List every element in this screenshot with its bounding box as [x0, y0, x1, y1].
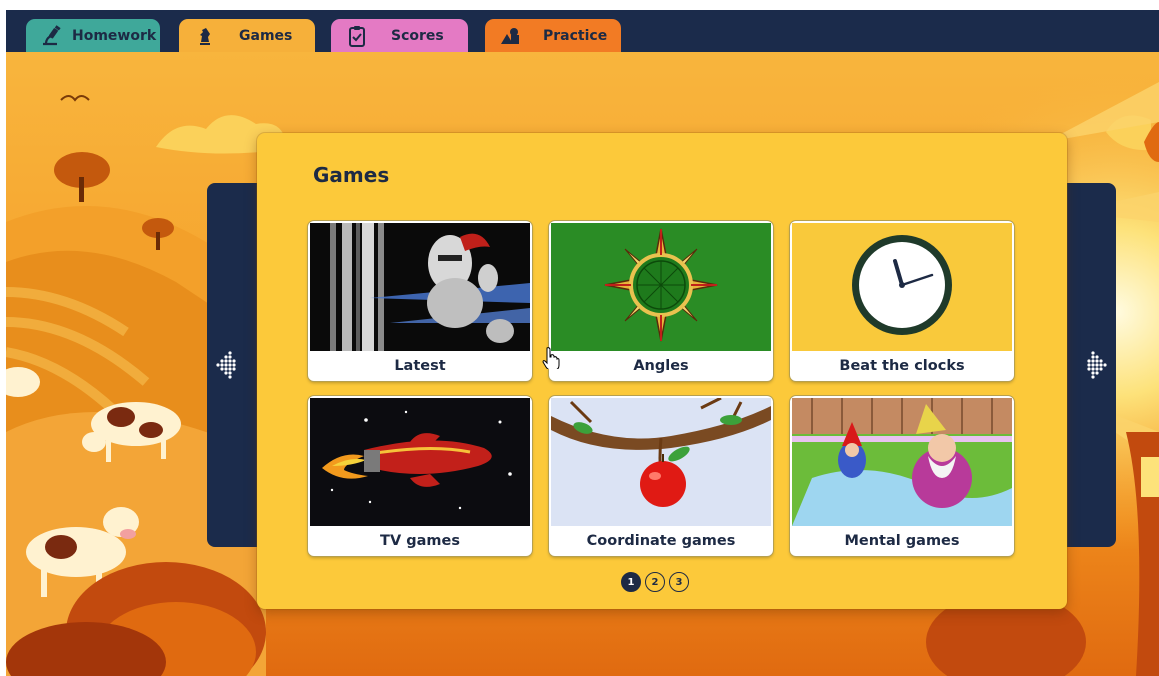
game-tile-coordinate-games[interactable]: Coordinate games: [549, 396, 773, 556]
knight-image: [310, 223, 530, 351]
app: Homework Games Scores Practice Games Lat…: [6, 10, 1159, 676]
autumn-farm-background: Games Latest Angles Beat the clocks TV g…: [6, 52, 1159, 676]
tile-label: TV games: [380, 533, 460, 549]
game-tile-angles[interactable]: Angles: [549, 221, 773, 381]
page-button-2[interactable]: 2: [645, 572, 665, 592]
game-tile-tv-games[interactable]: TV games: [308, 396, 532, 556]
tile-label: Coordinate games: [586, 533, 736, 549]
tab-practice[interactable]: Practice: [485, 19, 621, 52]
page-button-1[interactable]: 1: [621, 572, 641, 592]
dots-arrow-right-icon: [1087, 351, 1107, 379]
panel-title: Games: [313, 163, 390, 187]
game-tile-latest[interactable]: Latest: [308, 221, 532, 381]
next-page-arrow[interactable]: [1066, 183, 1116, 547]
rocket-image: [310, 398, 530, 526]
tab-homework[interactable]: Homework: [26, 19, 160, 52]
tile-label: Beat the clocks: [839, 358, 965, 374]
hand-cursor-icon: [542, 347, 560, 369]
gnome-image: [792, 398, 1012, 526]
game-tile-beat-the-clocks[interactable]: Beat the clocks: [790, 221, 1014, 381]
pagination: 1 2 3: [621, 572, 689, 592]
clipboard-check-icon: [345, 24, 369, 48]
tab-scores-label: Scores: [391, 27, 444, 44]
tab-scores[interactable]: Scores: [331, 19, 468, 52]
tile-label: Latest: [394, 358, 446, 374]
tab-practice-label: Practice: [543, 27, 608, 44]
page-button-3[interactable]: 3: [669, 572, 689, 592]
clock-image: [792, 223, 1012, 351]
dots-arrow-left-icon: [216, 351, 236, 379]
tab-games-label: Games: [239, 27, 293, 44]
tile-label: Mental games: [844, 533, 960, 549]
shapes-icon: [499, 24, 523, 48]
games-panel: Games Latest Angles Beat the clocks TV g…: [257, 133, 1067, 609]
chess-knight-icon: [193, 24, 217, 48]
microscope-icon: [40, 24, 62, 48]
top-nav-bar: Homework Games Scores Practice: [6, 10, 1159, 52]
tile-label: Angles: [633, 358, 689, 374]
apple-tree-image: [551, 398, 771, 526]
compass-image: [551, 223, 771, 351]
tab-homework-label: Homework: [72, 27, 157, 44]
tab-games[interactable]: Games: [179, 19, 315, 52]
prev-page-arrow[interactable]: [207, 183, 257, 547]
game-tile-mental-games[interactable]: Mental games: [790, 396, 1014, 556]
